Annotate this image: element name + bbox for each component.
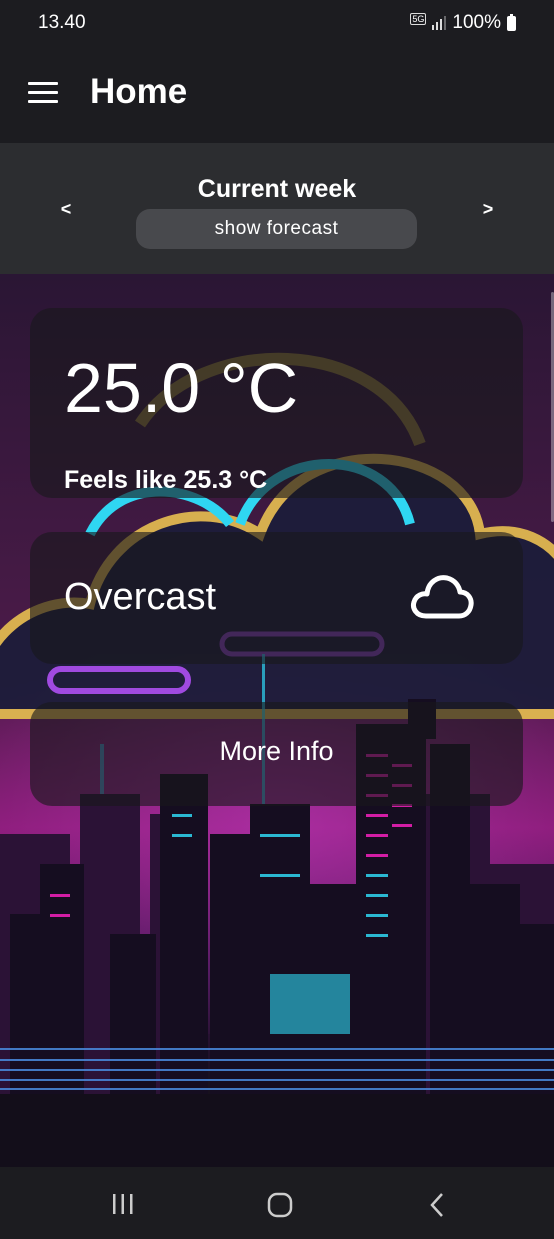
battery-icon [507,13,516,31]
network-type-icon: 5G [410,13,427,25]
more-info-button[interactable]: More Info [30,702,523,806]
week-title: Current week [197,175,357,203]
next-week-button[interactable]: > [478,199,498,220]
signal-icon [432,16,447,30]
show-forecast-button[interactable]: show forecast [136,209,417,249]
more-info-label: More Info [219,736,334,766]
status-indicators: 5G 100% [410,12,516,34]
app-bar: Home [0,46,554,143]
week-selector: < Current week show forecast > [0,143,554,274]
temperature-value: 25.0 °C [64,349,299,427]
home-nav-icon[interactable] [266,1191,294,1219]
back-icon[interactable] [427,1191,447,1219]
menu-icon[interactable] [28,82,58,104]
condition-card: Overcast [30,532,523,664]
cloud-icon [411,575,474,619]
feels-like-text: Feels like 25.3 °C [64,466,268,494]
system-navigation-bar [0,1167,554,1239]
recent-apps-icon[interactable] [110,1191,136,1217]
page-title: Home [90,72,188,111]
status-time: 13.40 [38,12,86,33]
status-bar: 13.40 5G 100% [0,0,554,46]
battery-percent: 100% [452,12,501,33]
temperature-card: 25.0 °C Feels like 25.3 °C [30,308,523,498]
weather-background: 25.0 °C Feels like 25.3 °C Overcast More… [0,274,554,1167]
condition-text: Overcast [64,576,217,618]
